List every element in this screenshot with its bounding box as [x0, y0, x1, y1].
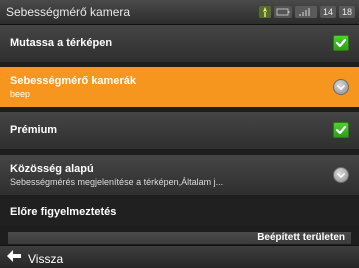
- row-speed-cameras[interactable]: Sebességmérő kamerák beep: [0, 67, 359, 107]
- clock-hours: 14: [319, 6, 336, 18]
- chevron-down-icon[interactable]: [333, 79, 349, 95]
- row-value: Sebességmérés megjelenítése a térképen,Á…: [10, 177, 224, 187]
- row-built-up-area[interactable]: Beépített területen: [8, 232, 351, 244]
- row-label: Közösség alapú: [10, 163, 94, 175]
- status-indicators: 14 18: [258, 6, 355, 18]
- row-community-based[interactable]: Közösség alapú Sebességmérés megjeleníté…: [0, 155, 359, 195]
- section-header-warning: Előre figyelmeztetés: [0, 199, 359, 225]
- row-label: Prémium: [10, 124, 58, 136]
- signal-icon: [294, 6, 317, 18]
- bottom-bar: Vissza: [0, 245, 359, 268]
- checkbox-checked-icon[interactable]: [333, 35, 349, 51]
- battery-icon: [273, 6, 292, 18]
- gps-icon: [258, 6, 271, 18]
- section-title: Előre figyelmeztetés: [10, 206, 117, 218]
- chevron-down-icon[interactable]: [333, 167, 349, 183]
- row-premium[interactable]: Prémium: [0, 112, 359, 149]
- row-label: Sebességmérő kamerák: [10, 75, 136, 87]
- title-bar: Sebességmérő kamera 14 18: [0, 0, 359, 25]
- window-title: Sebességmérő kamera: [6, 5, 131, 19]
- row-show-on-map[interactable]: Mutassa a térképen: [0, 25, 359, 62]
- back-button-label: Vissza: [28, 251, 64, 266]
- arrow-left-icon: [6, 249, 22, 268]
- row-label: Beépített területen: [257, 232, 345, 243]
- row-value: beep: [10, 89, 31, 99]
- clock-minutes: 18: [338, 6, 355, 18]
- row-label: Mutassa a térképen: [10, 37, 113, 49]
- back-button[interactable]: Vissza: [6, 249, 63, 268]
- checkbox-checked-icon[interactable]: [333, 122, 349, 138]
